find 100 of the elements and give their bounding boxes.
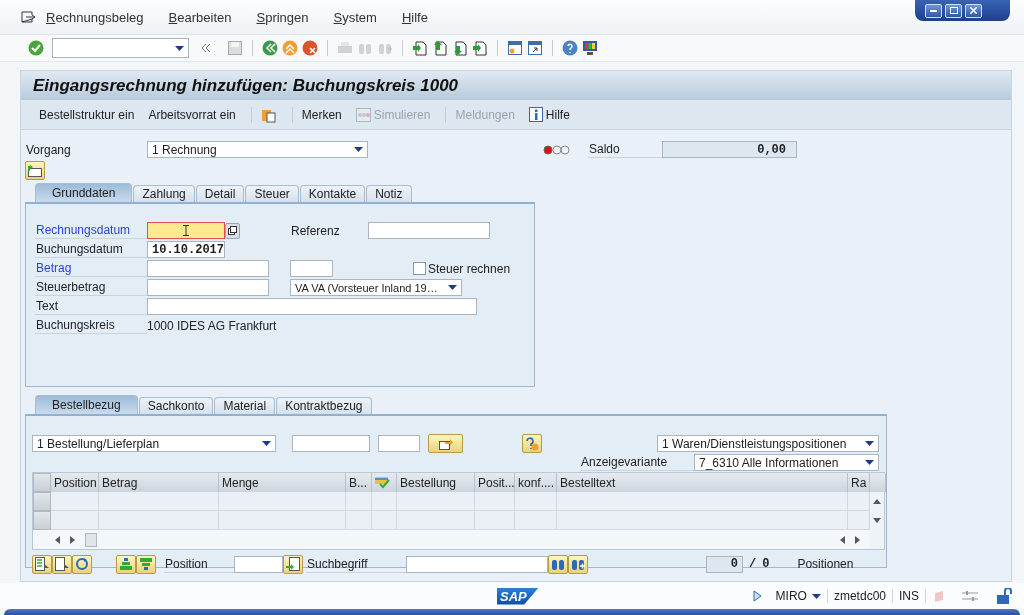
transfer-button[interactable] (428, 434, 463, 453)
select-all-button[interactable] (32, 554, 52, 574)
search-next-button[interactable] (568, 554, 588, 574)
layout-icon (28, 164, 42, 177)
column-header[interactable] (372, 473, 397, 492)
close-button[interactable] (965, 3, 982, 18)
column-header[interactable]: Ra (848, 473, 870, 492)
purchase-order-input-field[interactable] (292, 435, 370, 452)
scroll-left-icon[interactable] (840, 535, 845, 544)
help-button[interactable] (522, 434, 542, 453)
date-input-field[interactable]: 10.10.2017 (147, 241, 225, 258)
menu-item[interactable]: System (333, 9, 377, 25)
tab[interactable]: Kontraktbezug (276, 397, 372, 414)
tab[interactable]: Material (214, 397, 276, 414)
sap-logo: SAP (497, 587, 539, 605)
scroll-down-icon[interactable] (873, 518, 881, 523)
text-cursor-icon (183, 225, 189, 236)
calendar-button[interactable] (225, 222, 240, 239)
toolbar-button[interactable]: Merken (297, 105, 346, 124)
dropdown-caret-icon (448, 285, 457, 290)
company-code-value: 1000 IDES AG Frankfurt (147, 318, 277, 333)
info-icon (528, 107, 543, 122)
double-chevron-icon[interactable] (201, 43, 211, 53)
scroll-thumb[interactable] (85, 532, 97, 547)
cancel-icon[interactable] (302, 40, 318, 56)
reference-input-field[interactable] (368, 222, 490, 239)
first-page-icon[interactable] (412, 40, 428, 56)
sort-ascending-button[interactable] (116, 554, 136, 574)
display-variant-dropdown[interactable]: 7_6310 Alle Informationen (694, 454, 879, 471)
tab[interactable]: Detail (195, 185, 245, 202)
enter-icon[interactable] (28, 40, 44, 56)
transaction-code[interactable]: MIRO (769, 589, 828, 603)
scroll-left-icon[interactable] (55, 535, 60, 544)
menu-item[interactable]: Bearbeiten (168, 9, 232, 25)
go-to-position-button[interactable] (283, 554, 303, 574)
maximize-button[interactable] (945, 3, 962, 18)
layout-button[interactable] (25, 161, 45, 180)
deselect-all-button[interactable] (52, 554, 72, 574)
position-input-field[interactable] (234, 555, 283, 573)
sort-descending-button[interactable] (136, 554, 156, 574)
menu-item[interactable]: Springen (256, 9, 309, 25)
transaction-dropdown[interactable]: 1 Rechnung (147, 141, 368, 158)
toolbar-button[interactable]: Bestellstruktur ein (35, 105, 139, 124)
menu-item[interactable]: Rechnungsbeleg (46, 9, 144, 25)
toolbar-button[interactable]: Arbeitsvorrat ein (144, 105, 240, 124)
column-header[interactable]: B... (346, 473, 372, 492)
date-input-field[interactable] (147, 222, 225, 239)
count-separator: / (749, 557, 757, 571)
sliders-icon[interactable] (962, 591, 978, 601)
scroll-up-icon[interactable] (873, 499, 881, 504)
scroll-right-icon[interactable] (70, 535, 75, 544)
column-header[interactable]: Menge (219, 473, 346, 492)
dropdown-caret-icon (262, 441, 271, 446)
table-cell (346, 492, 372, 511)
command-field[interactable] (52, 38, 189, 58)
dropdown-caret-icon (354, 147, 363, 152)
tab[interactable]: Sachkonto (138, 397, 214, 414)
reference-type-dropdown[interactable]: 1 Bestellung/Lieferplan (32, 435, 276, 452)
play-icon[interactable] (752, 590, 762, 602)
next-page-icon[interactable] (452, 40, 468, 56)
unlocked-icon[interactable] (996, 588, 1012, 604)
exit-icon[interactable] (21, 11, 35, 23)
toolbar-button[interactable]: Hilfe (524, 105, 574, 124)
column-header[interactable]: Posit... (475, 473, 515, 492)
checkbox[interactable] (413, 262, 426, 275)
previous-page-icon[interactable] (432, 40, 448, 56)
currency-input-field[interactable] (290, 260, 333, 277)
column-header[interactable]: Bestellung (397, 473, 475, 492)
tab[interactable]: Steuer (245, 185, 299, 202)
back-icon[interactable] (262, 40, 278, 56)
close-icon (970, 7, 977, 14)
help-icon[interactable] (562, 40, 578, 56)
tax-amount-input-field[interactable] (147, 279, 269, 296)
item-layout-dropdown[interactable]: 1 Waren/Dienstleistungspositionen (657, 435, 879, 452)
last-page-icon[interactable] (472, 40, 488, 56)
column-header[interactable]: konf.... (515, 473, 557, 492)
refresh-button[interactable] (72, 554, 92, 574)
search-input-field[interactable] (406, 555, 548, 573)
field-label: Referenz (290, 222, 341, 239)
item-total: 0 (762, 557, 770, 571)
tab[interactable]: Bestellbezug (35, 395, 138, 414)
minimize-icon (930, 9, 937, 12)
amount-input-field[interactable] (147, 260, 269, 277)
column-header[interactable]: Bestelltext (557, 473, 848, 492)
shortcut-window-icon[interactable] (527, 40, 543, 56)
item-input-field[interactable] (378, 435, 420, 452)
tab[interactable]: Zahlung (133, 185, 195, 202)
tab[interactable]: Notiz (366, 185, 412, 202)
tax-code-dropdown[interactable]: VA VA (Vorsteuer Inland 19… (290, 279, 462, 296)
column-header[interactable]: Betrag (99, 473, 219, 492)
text-input-field[interactable] (147, 298, 477, 315)
tab[interactable]: Kontakte (299, 185, 366, 202)
tab[interactable]: Grunddaten (35, 183, 133, 202)
new-window-icon[interactable] (507, 40, 523, 56)
search-button[interactable] (548, 554, 568, 574)
minimize-button[interactable] (925, 3, 942, 18)
column-header[interactable]: Position (51, 473, 99, 492)
menu-item[interactable]: Hilfe (401, 9, 428, 25)
monitor-icon[interactable] (582, 40, 598, 56)
scroll-right-icon[interactable] (855, 535, 860, 544)
